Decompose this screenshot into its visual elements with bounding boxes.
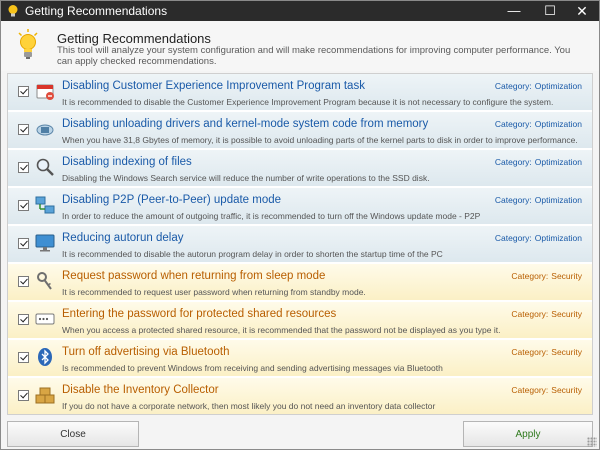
item-category: Category: Security <box>511 309 582 319</box>
item-description: If you do not have a corporate network, … <box>62 401 436 411</box>
item-title[interactable]: Disabling indexing of files <box>62 156 192 168</box>
list-item[interactable]: Entering the password for protected shar… <box>8 302 592 340</box>
apply-button[interactable]: Apply <box>463 421 593 447</box>
category-value: Security <box>551 347 582 357</box>
window-title: Getting Recommendations <box>25 4 168 18</box>
monitor-icon <box>35 234 55 252</box>
category-value: Security <box>551 271 582 281</box>
item-description: When you have 31,8 Gbytes of memory, it … <box>62 135 578 145</box>
category-label: Category: <box>511 309 549 319</box>
item-category: Category: Security <box>511 347 582 357</box>
item-title[interactable]: Disable the Inventory Collector <box>62 384 219 396</box>
item-category: Category: Optimization <box>495 157 582 167</box>
recommendations-window: Getting Recommendations — ☐ ✕ Getting Re… <box>0 0 600 450</box>
magnifier-icon <box>36 158 54 176</box>
title-bar[interactable]: Getting Recommendations — ☐ ✕ <box>1 1 599 21</box>
category-label: Category: <box>494 195 532 205</box>
minimize-button[interactable]: — <box>497 1 531 21</box>
list-item[interactable]: Turn off advertising via Bluetooth Is rec… <box>8 340 592 378</box>
item-title[interactable]: Reducing autorun delay <box>62 232 183 244</box>
item-description: In order to reduce the amount of outgoin… <box>62 211 481 221</box>
item-title[interactable]: Request password when returning from sle… <box>62 270 325 282</box>
close-button[interactable]: Close <box>7 421 139 447</box>
item-description: Is recommended to prevent Windows from r… <box>62 363 443 373</box>
category-label: Category: <box>511 271 549 281</box>
item-checkbox[interactable] <box>18 314 29 325</box>
close-window-button[interactable]: ✕ <box>565 1 599 21</box>
header: Getting Recommendations This tool will a… <box>1 21 599 71</box>
maximize-button[interactable]: ☐ <box>533 1 567 21</box>
category-label: Category: <box>494 233 532 243</box>
page-title: Getting Recommendations <box>57 31 211 46</box>
item-checkbox[interactable] <box>18 200 29 211</box>
category-label: Category: <box>494 119 532 129</box>
list-item[interactable]: Disabling unloading drivers and kernel-m… <box>8 112 592 150</box>
item-title[interactable]: Disabling Customer Experience Improvemen… <box>62 80 365 92</box>
item-category: Category: Security <box>511 271 582 281</box>
network-computers-icon <box>35 196 55 214</box>
category-value: Optimization <box>534 233 582 243</box>
item-checkbox[interactable] <box>18 238 29 249</box>
item-checkbox[interactable] <box>18 162 29 173</box>
item-description: Disabling the Windows Search service wil… <box>62 173 430 183</box>
item-title[interactable]: Turn off advertising via Bluetooth <box>62 346 230 358</box>
item-checkbox[interactable] <box>18 86 29 97</box>
list-item[interactable]: Request password when returning from sle… <box>8 264 592 302</box>
item-title[interactable]: Disabling unloading drivers and kernel-m… <box>62 118 428 130</box>
category-value: Optimization <box>534 119 582 129</box>
category-label: Category: <box>511 347 549 357</box>
lightbulb-icon <box>8 5 18 17</box>
page-description: This tool will analyze your system confi… <box>57 45 571 67</box>
category-value: Security <box>551 385 582 395</box>
category-label: Category: <box>494 81 532 91</box>
memory-chip-icon <box>36 124 54 136</box>
key-icon <box>37 272 52 290</box>
category-label: Category: <box>511 385 549 395</box>
item-category: Category: Optimization <box>495 119 582 129</box>
resize-grip[interactable] <box>587 437 597 447</box>
password-field-icon <box>35 313 55 325</box>
footer: Close Apply <box>1 415 599 449</box>
item-description: It is recommended to disable the autorun… <box>62 249 443 259</box>
lightbulb-icon <box>18 29 38 59</box>
item-category: Category: Optimization <box>495 233 582 243</box>
category-label: Category: <box>494 157 532 167</box>
item-checkbox[interactable] <box>18 124 29 135</box>
boxes-icon <box>35 387 55 404</box>
item-checkbox[interactable] <box>18 390 29 401</box>
item-category: Category: Security <box>511 385 582 395</box>
category-value: Optimization <box>534 195 582 205</box>
category-value: Optimization <box>534 81 582 91</box>
list-item[interactable]: Disabling P2P (Peer-to-Peer) update mode… <box>8 188 592 226</box>
item-category: Category: Optimization <box>495 195 582 205</box>
item-checkbox[interactable] <box>18 352 29 363</box>
list-item[interactable]: Disable the Inventory Collector If you do… <box>8 378 592 414</box>
item-checkbox[interactable] <box>18 276 29 287</box>
list-item[interactable]: Disabling Customer Experience Improvemen… <box>8 74 592 112</box>
category-value: Security <box>551 309 582 319</box>
list-item[interactable]: Reducing autorun delay It is recommended … <box>8 226 592 264</box>
category-value: Optimization <box>534 157 582 167</box>
item-description: When you access a protected shared resou… <box>62 325 501 335</box>
item-title[interactable]: Disabling P2P (Peer-to-Peer) update mode <box>62 194 281 206</box>
bluetooth-icon <box>38 348 52 366</box>
calendar-task-icon <box>36 84 54 100</box>
item-description: It is recommended to disable the Custome… <box>62 97 554 107</box>
item-category: Category: Optimization <box>495 81 582 91</box>
list-item[interactable]: Disabling indexing of files Disabling the… <box>8 150 592 188</box>
item-title[interactable]: Entering the password for protected shar… <box>62 308 336 320</box>
item-description: It is recommended to request user passwo… <box>62 287 366 297</box>
recommendations-list[interactable]: Disabling Customer Experience Improvemen… <box>7 73 593 415</box>
